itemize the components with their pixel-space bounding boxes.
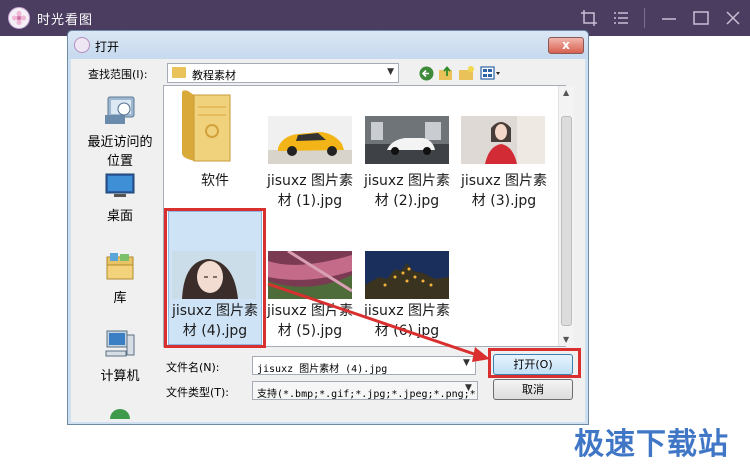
network-icon (110, 409, 130, 419)
thumbnail-white-car[interactable] (365, 116, 449, 164)
cancel-button[interactable]: 取消 (493, 379, 573, 400)
place-computer-label: 计算机 (100, 369, 140, 384)
filetype-select[interactable]: 支持(*.bmp;*.gif;*.jpg;*.jpeg;*.png;* (252, 381, 478, 400)
dialog-app-icon (74, 37, 90, 53)
computer-icon (105, 330, 135, 357)
file-name-folder: 软件 (201, 173, 229, 189)
look-in-value: 教程素材 (192, 69, 236, 82)
file-name-5: jisuxz 图片素材 (5).jpg (266, 303, 354, 339)
crop-icon[interactable] (580, 9, 598, 27)
place-desktop-label: 桌面 (106, 209, 133, 224)
maximize-icon[interactable] (692, 9, 710, 27)
filetype-label: 文件类型(T): (166, 386, 230, 399)
look-in-combobox[interactable]: 教程素材 ▼ (167, 63, 399, 83)
dialog-title: 打开 (95, 40, 120, 54)
file-name-1: jisuxz 图片素材 (1).jpg (266, 173, 354, 209)
close-icon[interactable] (724, 9, 742, 27)
thumbnail-night-castle[interactable] (365, 251, 449, 299)
scroll-up-icon[interactable]: ▲ (563, 88, 569, 97)
recent-places-icon (105, 96, 135, 124)
annotation-box-selected-file (164, 208, 266, 348)
dialog-titlebar[interactable]: 打开 x (68, 31, 588, 59)
titlebar-separator (644, 8, 645, 28)
app-title: 时光看图 (37, 13, 94, 28)
desktop-icon (105, 173, 135, 197)
up-folder-icon[interactable] (438, 65, 455, 82)
chevron-down-icon: ▼ (387, 67, 394, 77)
chevron-down-icon[interactable]: ▼ (463, 358, 470, 368)
view-menu-icon[interactable] (480, 65, 504, 82)
annotation-box-open-button (488, 348, 581, 378)
scrollbar-thumb[interactable] (561, 116, 572, 326)
watermark: 极速下载站 (574, 427, 729, 462)
folder-icon (172, 67, 186, 78)
dialog-close-button[interactable]: x (548, 37, 584, 54)
place-libraries[interactable]: 库 (76, 251, 164, 306)
thumbnail-woman-red[interactable] (461, 116, 545, 164)
chevron-down-icon[interactable]: ▼ (465, 383, 472, 393)
file-list-scrollbar[interactable]: ▲ ▼ (558, 86, 574, 346)
place-recent-label: 最近访问的 位置 (87, 135, 153, 169)
list-icon[interactable] (612, 9, 630, 27)
new-folder-icon[interactable] (458, 65, 475, 82)
filename-input[interactable]: jisuxz 图片素材 (4).jpg (252, 356, 476, 375)
place-recent[interactable]: 最近访问的 位置 (76, 91, 164, 171)
app-logo-icon (8, 7, 30, 29)
look-in-label: 查找范围(I): (88, 68, 148, 81)
place-libraries-label: 库 (113, 291, 127, 306)
thumbnail-pink-field[interactable] (268, 251, 352, 299)
libraries-icon (106, 253, 134, 280)
file-name-3: jisuxz 图片素材 (3).jpg (460, 173, 548, 209)
place-desktop[interactable]: 桌面 (76, 173, 164, 224)
minimize-icon[interactable] (660, 9, 678, 27)
thumbnail-yellow-car[interactable] (268, 116, 352, 164)
filename-label: 文件名(N): (166, 361, 220, 374)
scroll-down-icon[interactable]: ▼ (563, 335, 569, 344)
open-file-dialog: 打开 x 查找范围(I): 教程素材 ▼ 最近访问的 位置 桌面 库 计算机 ▲… (67, 30, 589, 425)
back-icon[interactable] (418, 65, 435, 82)
file-name-6: jisuxz 图片素材 (6).jpg (363, 303, 451, 339)
file-name-2: jisuxz 图片素材 (2).jpg (363, 173, 451, 209)
folder-icon[interactable] (178, 87, 234, 167)
place-computer[interactable]: 计算机 (76, 329, 164, 384)
